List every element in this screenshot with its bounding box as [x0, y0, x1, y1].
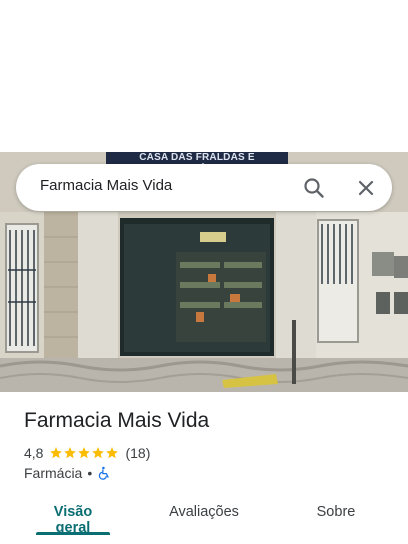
category-row: Farmácia •	[24, 464, 111, 482]
star-icon	[78, 447, 91, 459]
review-count[interactable]: (18)	[125, 445, 150, 461]
rating-row[interactable]: 4,8 (18)	[24, 444, 150, 462]
star-icon	[64, 447, 77, 459]
star-icon	[92, 447, 105, 459]
star-icon	[106, 447, 119, 459]
search-icon[interactable]	[302, 176, 326, 200]
tab-reviews[interactable]: Avaliações	[164, 504, 244, 520]
search-input[interactable]: Farmacia Mais Vida	[40, 177, 172, 194]
place-title: Farmacia Mais Vida	[24, 409, 210, 432]
separator-dot: •	[87, 465, 93, 481]
tab-about[interactable]: Sobre	[312, 504, 360, 520]
rating-value: 4,8	[24, 445, 44, 461]
star-icon	[50, 447, 63, 459]
tab-bar: Visão geral Avaliações Sobre	[0, 494, 408, 544]
search-bar[interactable]: Farmacia Mais Vida	[16, 164, 392, 211]
store-sign: CASA DAS FRALDAS E ORTOPÉDICA	[106, 152, 288, 175]
blank-area	[0, 0, 408, 152]
close-icon[interactable]	[354, 176, 378, 200]
star-rating	[49, 446, 119, 460]
category-label: Farmácia	[24, 465, 83, 481]
wheelchair-icon	[99, 466, 109, 480]
active-tab-indicator	[36, 532, 110, 535]
